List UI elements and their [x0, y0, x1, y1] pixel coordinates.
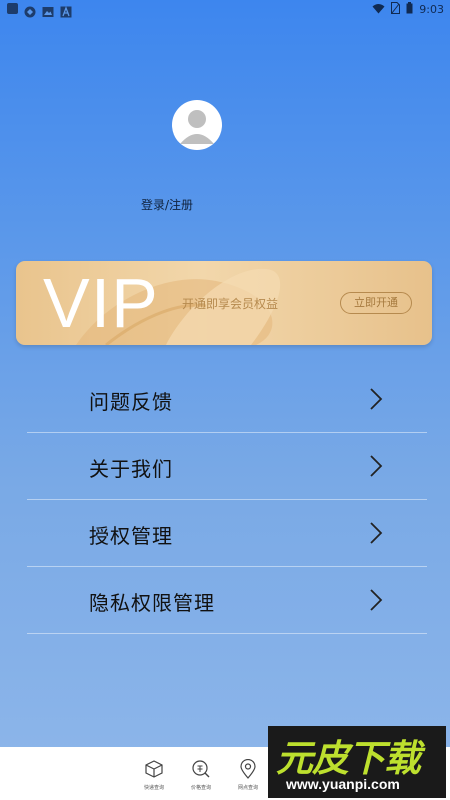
menu-item-feedback[interactable]: 问题反馈	[27, 366, 427, 433]
chevron-right-icon	[370, 455, 383, 477]
battery-icon	[406, 2, 413, 17]
clock: 9:03	[419, 3, 444, 16]
nav-item-express[interactable]: 快递查询	[134, 759, 174, 791]
vip-title: VIP	[43, 264, 159, 342]
notification-icons	[7, 3, 72, 22]
watermark-title: 元皮下载	[276, 737, 421, 780]
chevron-right-icon	[370, 522, 383, 544]
chevron-right-icon	[370, 589, 383, 611]
watermark-url: www.yuanpi.com	[286, 776, 400, 792]
default-user-icon	[180, 110, 214, 144]
price-search-icon	[192, 760, 210, 778]
menu-item-about[interactable]: 关于我们	[27, 433, 427, 500]
nav-item-price[interactable]: 价格查询	[181, 759, 221, 791]
no-sim-icon	[391, 2, 401, 17]
wifi-icon	[372, 3, 385, 17]
vip-activate-button[interactable]: 立即开通	[340, 292, 412, 314]
status-bar: 9:03	[0, 0, 450, 18]
nav-item-outlet[interactable]: 网点查询	[228, 758, 268, 791]
watermark-logo: 元皮下载 www.yuanpi.com	[268, 726, 446, 798]
vip-subtitle: 开通即享会员权益	[182, 297, 279, 311]
chevron-right-icon	[370, 388, 383, 410]
login-register-link[interactable]: 登录/注册	[141, 196, 193, 213]
menu-item-label: 关于我们	[89, 457, 173, 481]
nav-label: 快递查询	[143, 785, 164, 791]
settings-menu: 问题反馈 关于我们 授权管理 隐私权限管理	[27, 366, 427, 634]
menu-item-label: 隐私权限管理	[89, 591, 215, 615]
font-a-icon	[60, 3, 72, 22]
menu-item-label: 授权管理	[89, 524, 173, 548]
menu-item-privacy[interactable]: 隐私权限管理	[27, 567, 427, 634]
nav-label: 价格查询	[190, 785, 211, 791]
menu-item-label: 问题反馈	[89, 390, 173, 414]
location-pin-icon	[240, 758, 256, 779]
system-status: 9:03	[372, 2, 444, 17]
package-icon	[145, 760, 163, 778]
vip-banner[interactable]: VIP 开通即享会员权益 立即开通	[16, 261, 432, 345]
sync-icon	[24, 3, 36, 22]
app-notification-icon	[7, 3, 18, 14]
avatar[interactable]	[172, 100, 222, 150]
nav-label: 网点查询	[237, 785, 258, 791]
menu-item-authorization[interactable]: 授权管理	[27, 500, 427, 567]
image-icon	[42, 3, 54, 22]
